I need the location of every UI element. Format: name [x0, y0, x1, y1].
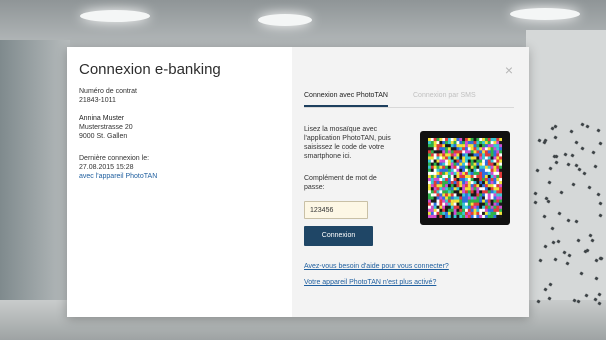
tab-sms[interactable]: Connexion par SMS	[413, 91, 476, 101]
account-info-panel: Connexion e-banking Numéro de contrat 21…	[67, 47, 292, 317]
customer-city: 9000 St. Gallen	[79, 133, 128, 140]
dialog-title: Connexion e-banking	[79, 61, 221, 78]
password-complement-input[interactable]	[304, 201, 368, 219]
help-link[interactable]: Avez-vous besoin d'aide pour vous connec…	[304, 263, 449, 270]
ceiling-light	[510, 8, 580, 20]
mosaic-grid	[428, 138, 502, 218]
login-dialog: Connexion e-banking Numéro de contrat 21…	[67, 47, 529, 317]
phototan-panel: × Connexion avec PhotoTAN Connexion par …	[292, 47, 529, 317]
contract-number: 21843-1011	[79, 97, 116, 104]
ceiling-light	[258, 14, 312, 26]
device-deactivated-link[interactable]: Votre appareil PhotoTAN n'est plus activ…	[304, 279, 436, 286]
close-icon[interactable]: ×	[505, 63, 513, 77]
contract-number-label: Numéro de contrat	[79, 88, 137, 95]
last-login-device: avec l'appareil PhotoTAN	[79, 173, 158, 180]
ceiling-light	[80, 10, 150, 22]
phototan-instruction: Lisez la mosaïque avec l'application Pho…	[304, 126, 391, 160]
phototan-mosaic-image	[420, 131, 510, 225]
login-button[interactable]: Connexion	[304, 226, 373, 246]
last-login-time: 27.08.2015 15:28	[79, 164, 134, 171]
tab-phototan[interactable]: Connexion avec PhotoTAN	[304, 91, 388, 107]
last-login-label: Dernière connexion le:	[79, 155, 150, 162]
password-complement-label: Complément de mot de passe:	[304, 175, 377, 191]
login-method-tabs: Connexion avec PhotoTAN Connexion par SM…	[304, 91, 514, 108]
background-window-wall	[0, 40, 70, 340]
customer-street: Musterstrasse 20	[79, 124, 133, 131]
customer-name: Annina Muster	[79, 115, 125, 122]
background-perforated-wall	[526, 30, 606, 340]
